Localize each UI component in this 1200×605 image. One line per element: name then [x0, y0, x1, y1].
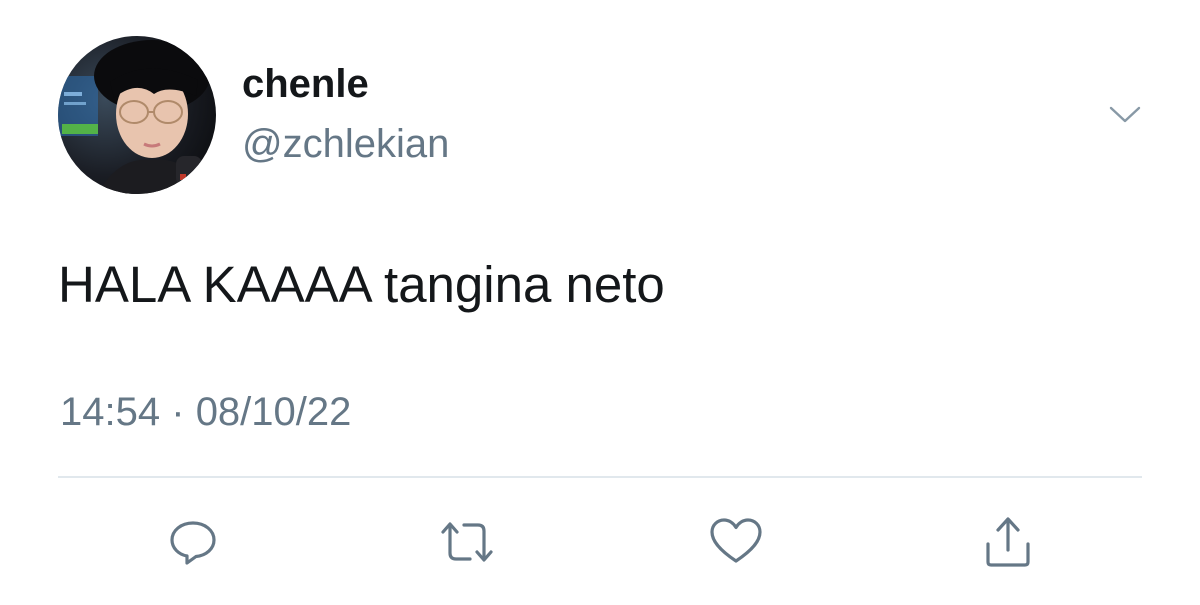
avatar[interactable]: [58, 36, 216, 194]
heart-icon: [710, 518, 762, 563]
profile-photo: [58, 36, 216, 194]
tweet-timestamp[interactable]: 14:54 · 08/10/22: [60, 392, 351, 432]
meta-separator: ·: [171, 390, 185, 434]
username-handle[interactable]: @zchlekian: [242, 124, 449, 164]
tweet-time: 14:54: [60, 390, 161, 434]
divider: [58, 476, 1142, 478]
reply-button[interactable]: [163, 512, 223, 572]
tweet-date: 08/10/22: [195, 390, 352, 434]
display-name[interactable]: chenle: [242, 64, 369, 104]
comment-bubble-icon: [170, 521, 216, 565]
share-upload-icon: [986, 517, 1030, 567]
share-button[interactable]: [978, 512, 1038, 572]
like-button[interactable]: [706, 512, 766, 572]
tweet-text: HALA KAAAA tangina neto: [58, 256, 665, 313]
retweet-button[interactable]: [437, 512, 497, 572]
retweet-icon: [441, 522, 493, 562]
tweet-card: chenle @zchlekian HALA KAAAA tangina net…: [0, 0, 1200, 605]
chevron-down-icon[interactable]: [1108, 104, 1142, 126]
